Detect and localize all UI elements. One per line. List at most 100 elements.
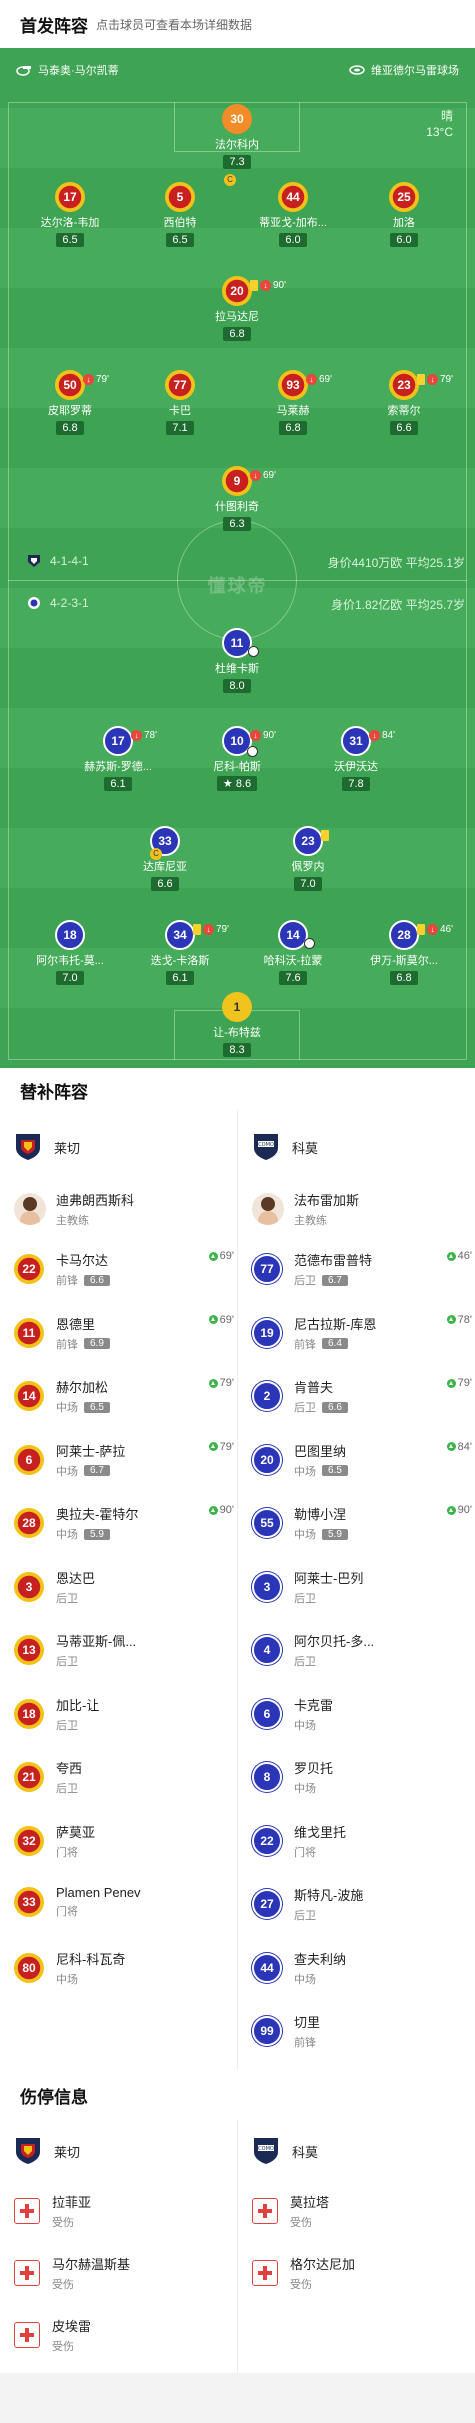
player-number: 8 <box>252 1762 282 1792</box>
player-rating: 5.9 <box>84 1528 110 1540</box>
sub-in-minute: 46' <box>446 1250 472 1262</box>
home-player[interactable]: 77 卡巴 7.1 <box>135 370 225 436</box>
home-injured-player[interactable]: 马尔赫温斯基 受伤 <box>14 2254 130 2292</box>
away-sub-player[interactable]: 44 查夫利纳 中场 <box>252 1949 472 1987</box>
away-sub-player[interactable]: 4 阿尔贝托-多... 后卫 <box>252 1631 472 1669</box>
player-rating: 6.8 <box>56 421 84 435</box>
injury-icon <box>14 2198 40 2224</box>
home-player[interactable]: 44 蒂亚戈-加布... 6.0 <box>248 182 338 248</box>
away-player[interactable]: 17 ↓ 78' 赫苏斯-罗德... 6.1 <box>73 726 163 792</box>
home-player[interactable]: 5 西伯特 6.5 <box>135 182 225 248</box>
home-player[interactable]: 23 ↓ 79' 索蒂尔 6.6 <box>359 370 453 436</box>
injuries-title: 伤停信息 <box>20 2088 88 2107</box>
home-team-header[interactable]: 马泰奥·马尔凯蒂 <box>16 62 119 78</box>
sub-in-icon <box>446 1315 456 1324</box>
away-player[interactable]: 18 阿尔韦托-莫... 7.0 <box>25 920 115 986</box>
player-name: 加比-让 <box>56 1697 100 1713</box>
player-rating: 6.8 <box>223 327 251 341</box>
player-name: 卡克雷 <box>294 1697 334 1713</box>
injury-away-club[interactable]: COMO 科莫 <box>252 2136 318 2166</box>
home-sub-player[interactable]: 13 马蒂亚斯-佩... 后卫 <box>14 1631 234 1669</box>
home-sub-player[interactable]: 6 阿莱士-萨拉 中场 6.7 79' <box>14 1441 234 1479</box>
away-sub-player[interactable]: 20 巴图里纳 中场 6.5 84' <box>252 1441 472 1479</box>
away-sub-player[interactable]: 55 勒博小涅 中场 5.9 90' <box>252 1504 472 1542</box>
away-sub-player[interactable]: 2 肯普夫 后卫 6.6 79' <box>252 1377 472 1415</box>
injury-icon <box>14 2322 40 2348</box>
away-sub-player[interactable]: 99 切里 前锋 <box>252 2012 472 2050</box>
player-number: 27 <box>252 1889 282 1919</box>
home-player[interactable]: 17 达尔洛-韦加 6.5 <box>25 182 115 248</box>
away-sub-player[interactable]: 77 范德布雷普特 后卫 6.7 46' <box>252 1250 472 1288</box>
player-event: ↓ 69' <box>250 470 276 481</box>
player-number: 93 <box>278 370 308 400</box>
sub-in-minute: 79' <box>208 1377 234 1389</box>
home-sub-player[interactable]: 11 恩德里 前锋 6.9 69' <box>14 1314 234 1352</box>
home-player[interactable]: 25 加洛 6.0 <box>359 182 449 248</box>
home-player[interactable]: 50 ↓ 79' 皮耶罗蒂 6.8 <box>25 370 115 436</box>
home-injured-player[interactable]: 皮埃雷 受伤 <box>14 2316 91 2354</box>
home-sub-player[interactable]: 32 萨莫亚 门将 <box>14 1822 234 1860</box>
away-injured-player[interactable]: 格尔达尼加 受伤 <box>252 2254 355 2292</box>
goal-icon <box>304 938 315 949</box>
sub-out-icon: ↓ <box>131 730 142 741</box>
away-sub-player[interactable]: 22 维戈里托 门将 <box>252 1822 472 1860</box>
column-divider <box>237 2120 238 2373</box>
away-injured-player[interactable]: 莫拉塔 受伤 <box>252 2192 329 2230</box>
home-player[interactable]: 93 ↓ 69' 马莱赫 6.8 <box>248 370 338 436</box>
player-name: 斯特凡-波施 <box>294 1888 364 1903</box>
home-club[interactable]: 莱切 <box>14 1132 80 1162</box>
player-position: 前锋 <box>294 2037 316 2049</box>
away-player[interactable]: 14 哈科沃-拉蒙 7.6 <box>248 920 338 986</box>
injury-home-club[interactable]: 莱切 <box>14 2136 80 2166</box>
home-sub-player[interactable]: 3 恩达巴 后卫 <box>14 1568 234 1606</box>
player-number: 9 <box>222 466 252 496</box>
player-event: ↓ 79' <box>417 374 453 385</box>
away-player[interactable]: 34 ↓ 79' 迭戈-卡洛斯 6.1 <box>135 920 229 986</box>
home-sub-player[interactable]: 80 尼科-科瓦奇 中场 <box>14 1949 234 1987</box>
goal-icon <box>248 646 259 657</box>
player-name: 伊万-斯莫尔... <box>370 955 438 967</box>
sub-in-minute: 84' <box>446 1441 472 1453</box>
player-number: 6 <box>14 1444 44 1475</box>
away-sub-player[interactable]: 8 罗贝托 中场 <box>252 1758 472 1796</box>
away-player[interactable]: 1 让-布特兹 8.3 <box>192 992 282 1058</box>
player-name: 拉马达尼 <box>215 311 259 323</box>
home-formation: 4-1-4-1 <box>26 554 89 568</box>
away-sub-player[interactable]: 19 尼古拉斯-库恩 前锋 6.4 78' <box>252 1314 472 1352</box>
home-coach[interactable]: 迪弗朗西斯科 主教练 <box>14 1190 134 1228</box>
home-sub-player[interactable]: 22 卡马尔达 前锋 6.6 69' <box>14 1250 234 1288</box>
away-player[interactable]: 23 佩罗内 7.0 <box>263 826 353 892</box>
home-sub-player[interactable]: 33 Plamen Penev 门将 <box>14 1885 234 1919</box>
injury-home-club-name: 莱切 <box>54 2144 81 2160</box>
home-player[interactable]: 20 ↓ 90' 拉马达尼 6.8 <box>192 276 286 342</box>
player-rating: 7.0 <box>56 971 84 985</box>
home-player[interactable]: 30 C 法尔科内 7.3 <box>192 104 282 186</box>
away-player[interactable]: 31 ↓ 84' 沃伊沃达 7.8 <box>311 726 401 792</box>
away-coach[interactable]: 法布雷加斯 主教练 <box>252 1190 359 1228</box>
home-sub-player[interactable]: 28 奥拉夫-霍特尔 中场 5.9 90' <box>14 1504 234 1542</box>
away-sub-player[interactable]: 27 斯特凡-波施 后卫 <box>252 1885 472 1923</box>
player-position: 前锋 <box>294 1338 316 1351</box>
home-injured-player[interactable]: 拉菲亚 受伤 <box>14 2192 91 2230</box>
away-team-header[interactable]: 维亚德尔马雷球场 <box>349 62 459 78</box>
away-player[interactable]: 11 杜维卡斯 8.0 <box>192 628 282 694</box>
away-club[interactable]: COMO 科莫 <box>252 1132 318 1162</box>
home-player[interactable]: 9 ↓ 69' 什图利奇 6.3 <box>192 466 282 532</box>
player-number: 11 <box>14 1317 44 1348</box>
home-sub-player[interactable]: 14 赫尔加松 中场 6.5 79' <box>14 1377 234 1415</box>
footer-bar <box>0 2373 475 2423</box>
sub-in-minute: 78' <box>446 1314 472 1326</box>
yellow-card-icon <box>417 924 425 935</box>
away-player[interactable]: 28 ↓ 46' 伊万-斯莫尔... 6.8 <box>359 920 453 986</box>
injury-icon <box>14 2260 40 2286</box>
away-player[interactable]: 33 C 达库尼亚 6.6 <box>120 826 210 892</box>
player-rating-star: ★ 8.6 <box>216 776 258 791</box>
away-sub-player[interactable]: 6 卡克雷 中场 <box>252 1695 472 1733</box>
home-sub-player[interactable]: 21 夸西 后卫 <box>14 1758 234 1796</box>
sub-out-icon: ↓ <box>427 374 438 385</box>
player-position: 中场 <box>56 1529 78 1541</box>
svg-text:COMO: COMO <box>258 1142 274 1148</box>
away-player[interactable]: 10 ↓ 90' 尼科-帕斯 ★ 8.6 <box>192 726 282 792</box>
away-sub-player[interactable]: 3 阿莱士-巴列 后卫 <box>252 1568 472 1606</box>
home-sub-player[interactable]: 18 加比-让 后卫 <box>14 1695 234 1733</box>
